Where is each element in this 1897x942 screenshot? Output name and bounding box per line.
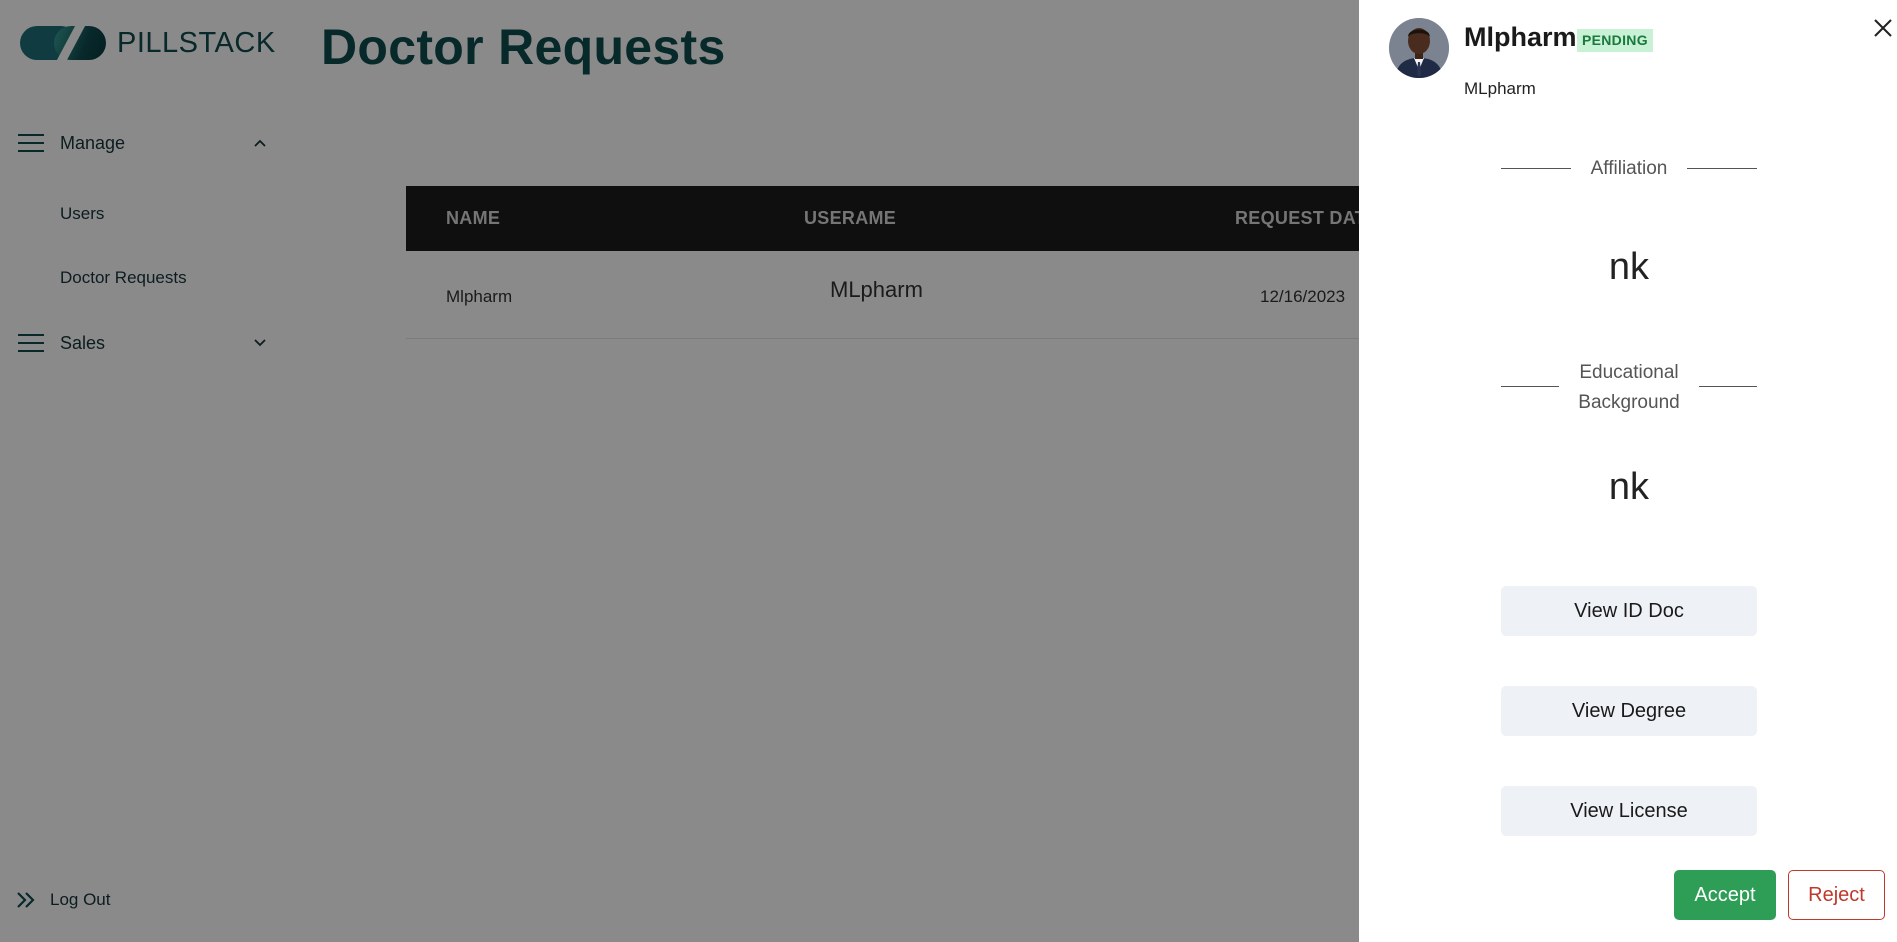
view-license-button[interactable]: View License	[1501, 786, 1757, 836]
close-icon[interactable]	[1872, 17, 1894, 39]
education-section: Educational Background nk	[1501, 358, 1757, 518]
affiliation-value: nk	[1608, 246, 1650, 288]
avatar	[1389, 18, 1449, 78]
view-id-doc-button[interactable]: View ID Doc	[1501, 586, 1757, 636]
reject-button[interactable]: Reject	[1788, 870, 1885, 920]
status-badge: PENDING	[1577, 29, 1653, 52]
affiliation-section: Affiliation nk	[1501, 154, 1757, 294]
view-degree-button[interactable]: View Degree	[1501, 686, 1757, 736]
education-value: nk	[1608, 466, 1650, 508]
education-title-line1: Educational	[1579, 362, 1679, 383]
doctor-request-drawer: Mlpharm PENDING MLpharm Affiliation nk E…	[1359, 0, 1897, 942]
doctor-name: Mlpharm	[1464, 22, 1577, 52]
education-title-line2: Background	[1578, 392, 1680, 413]
accept-button[interactable]: Accept	[1674, 870, 1776, 920]
affiliation-title: Affiliation	[1590, 158, 1668, 179]
doctor-username: MLpharm	[1464, 79, 1536, 98]
